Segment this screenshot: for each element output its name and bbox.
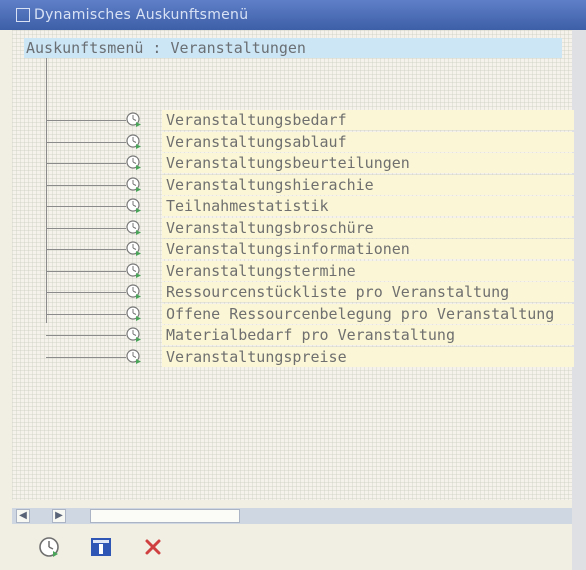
cancel-button[interactable] [142,536,164,558]
scroll-thumb[interactable] [90,509,240,523]
tree-root-label: Auskunftsmenü : Veranstaltungen [26,39,306,57]
tree-item-label: Veranstaltungsbedarf [166,111,347,129]
tree-branch-line [46,141,126,143]
tree-item-label: Veranstaltungshierachie [166,175,374,194]
clock-execute-icon[interactable] [126,348,142,365]
clock-execute-icon[interactable] [126,198,142,214]
tree-branch-line [46,227,126,229]
info-icon [91,538,111,556]
right-scroll-area [572,30,586,570]
execute-clock-icon [39,537,59,557]
clock-execute-icon[interactable] [126,327,142,343]
info-button[interactable] [90,536,112,558]
tree-item-label: Ressourcenstückliste pro Veranstaltung [166,283,510,301]
clock-execute-icon[interactable] [126,284,142,300]
tree-item-label: Teilnahmestatistik [166,197,329,215]
execute-button[interactable] [38,536,60,558]
arrow-right-icon: ▶ [55,510,63,521]
tree-branch-line [46,206,126,207]
clock-execute-icon[interactable] [126,176,142,193]
tree-branch-line [46,163,126,164]
tree-item-label: Materialbedarf pro Veranstaltung [166,326,455,344]
clock-execute-icon[interactable] [126,133,142,150]
tree-branch-line [46,335,126,336]
tree-item-label: Offene Ressourcenbelegung pro Veranstalt… [166,304,555,323]
horizontal-scrollbar[interactable]: ◀ ▶ [12,508,572,524]
tree-item-label: Veranstaltungstermine [166,261,356,280]
tree-connector-line [46,58,47,323]
clock-execute-icon[interactable] [126,305,142,322]
window-titlebar: Dynamisches Auskunftsmenü [0,0,586,30]
tree-item-label: Veranstaltungsinformationen [166,240,410,258]
window-title: Dynamisches Auskunftsmenü [34,7,249,23]
tree-branch-line [46,292,126,293]
clock-execute-icon[interactable] [126,262,142,279]
tree-branch-line [46,356,126,358]
scroll-left-button[interactable]: ◀ [16,509,30,523]
tree-root-row[interactable]: Auskunftsmenü : Veranstaltungen [24,38,562,58]
clock-execute-icon[interactable] [126,155,142,171]
clock-execute-icon[interactable] [126,112,142,128]
scroll-right-button[interactable]: ▶ [52,509,66,523]
tree-item-label: Veranstaltungsablauf [166,132,347,151]
tree-branch-line [46,120,126,121]
tree-item-label: Veranstaltungsbeurteilungen [166,154,410,172]
clock-execute-icon[interactable] [126,219,142,236]
tree-item-label: Veranstaltungspreise [166,347,347,366]
window-menu-icon[interactable] [16,8,30,22]
tree-branch-line [46,313,126,315]
tree-branch-line [46,184,126,186]
tree-branch-line [46,249,126,250]
tree-item-label: Veranstaltungsbroschüre [166,218,374,237]
clock-execute-icon[interactable] [126,241,142,257]
arrow-left-icon: ◀ [19,510,27,521]
tree-branch-line [46,270,126,272]
cancel-icon [145,539,161,555]
